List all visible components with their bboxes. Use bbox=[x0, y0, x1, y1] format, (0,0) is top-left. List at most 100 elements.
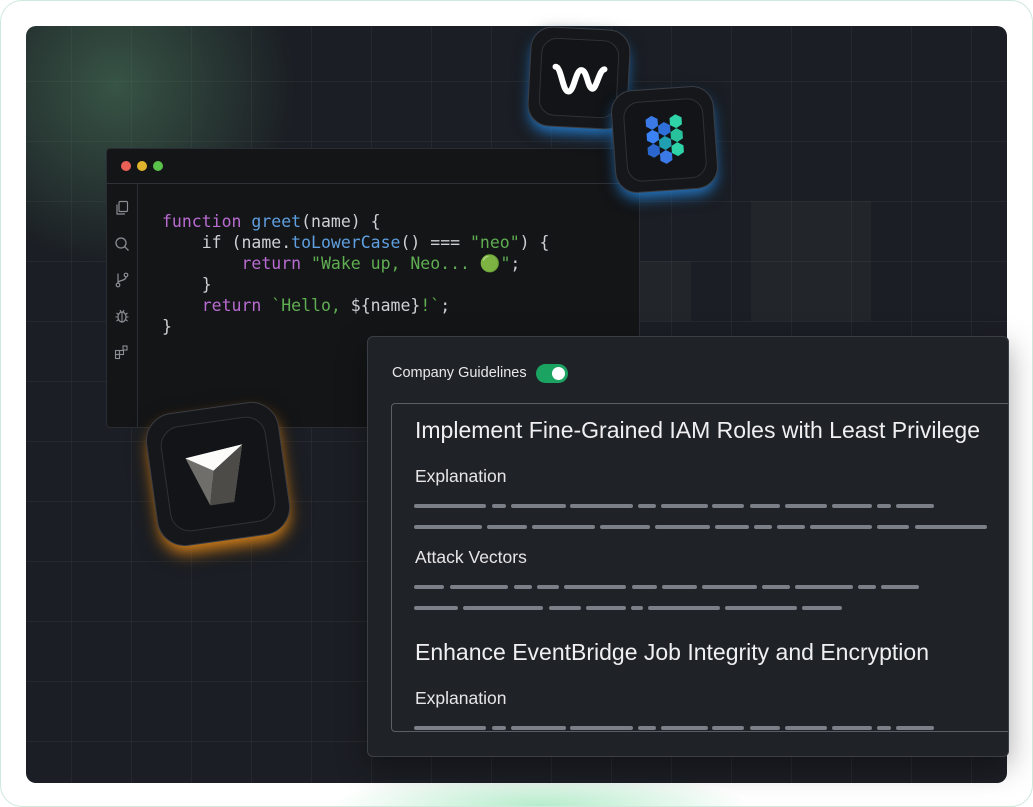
redacted-text-bar bbox=[702, 585, 757, 589]
grid-highlight bbox=[751, 201, 871, 321]
redacted-text-bar bbox=[858, 585, 876, 589]
redacted-text-bar bbox=[487, 525, 527, 529]
window-titlebar bbox=[107, 149, 639, 184]
redacted-text-bar bbox=[877, 726, 891, 730]
redacted-text-bar bbox=[414, 525, 482, 529]
redacted-text-bar bbox=[463, 606, 543, 610]
redacted-text-bar bbox=[450, 585, 508, 589]
redacted-text-bar bbox=[661, 726, 708, 730]
redacted-text-bar bbox=[638, 504, 656, 508]
code-token: (name. bbox=[221, 233, 292, 252]
code-line: if (name.toLowerCase() === "neo") { bbox=[162, 232, 550, 253]
code-token: ${name} bbox=[350, 296, 421, 315]
company-guidelines-toggle[interactable] bbox=[535, 363, 568, 383]
redacted-text-bar bbox=[549, 606, 581, 610]
section-heading: Explanation bbox=[415, 688, 507, 708]
code-token: ) { bbox=[519, 233, 550, 252]
grid-highlight bbox=[631, 261, 691, 321]
redacted-text-bar bbox=[638, 726, 656, 730]
redacted-text-bar bbox=[750, 504, 780, 508]
toggle-knob bbox=[551, 366, 565, 380]
code-token: if bbox=[201, 233, 222, 252]
redacted-text-bar bbox=[600, 525, 650, 529]
redacted-text-bar bbox=[832, 726, 872, 730]
code-token: (name) { bbox=[301, 212, 381, 231]
section-heading: Attack Vectors bbox=[415, 547, 527, 567]
redacted-text-bar bbox=[492, 504, 506, 508]
debug-icon[interactable] bbox=[114, 308, 130, 324]
toggle-label: Company Guidelines bbox=[392, 365, 527, 381]
redacted-text-bar bbox=[631, 606, 643, 610]
redacted-text-bar bbox=[754, 525, 772, 529]
redacted-text-bar bbox=[715, 525, 749, 529]
search-icon[interactable] bbox=[114, 236, 130, 252]
redacted-text-bar bbox=[661, 504, 708, 508]
code-line: function greet(name) { bbox=[162, 211, 549, 232]
redacted-text-bar bbox=[537, 585, 559, 589]
outer-frame: function greet(name) { if (name.toLowerC… bbox=[0, 0, 1033, 807]
extensions-icon[interactable] bbox=[114, 344, 130, 360]
cursor-cube-logo-icon bbox=[185, 444, 243, 506]
redacted-text-bar bbox=[511, 504, 566, 508]
redacted-text-bar bbox=[414, 726, 486, 730]
redacted-text-bar bbox=[514, 585, 532, 589]
redacted-text-bar bbox=[632, 585, 657, 589]
code-token: return bbox=[241, 254, 302, 273]
code-line: } bbox=[162, 274, 549, 295]
hexagon-app-tile[interactable] bbox=[609, 84, 720, 195]
code-token: function bbox=[162, 212, 242, 231]
code-block[interactable]: function greet(name) { if (name.toLowerC… bbox=[162, 211, 549, 337]
code-line: return `Hello, ${name}!`; bbox=[162, 295, 549, 316]
redacted-text-bar bbox=[648, 606, 720, 610]
redacted-text-bar bbox=[662, 585, 697, 589]
redacted-text-bar bbox=[785, 504, 827, 508]
guidelines-toggle-row: Company Guidelines bbox=[392, 363, 568, 383]
redacted-text-bar bbox=[762, 585, 790, 589]
redacted-text-bar bbox=[877, 525, 909, 529]
code-token: toLowerCase bbox=[291, 233, 401, 252]
code-token: () === bbox=[400, 233, 470, 252]
redacted-text-bar bbox=[570, 726, 633, 730]
redacted-text-bar bbox=[777, 525, 805, 529]
activity-bar bbox=[107, 184, 138, 427]
cursor-app-tile[interactable] bbox=[142, 398, 294, 550]
guidelines-list[interactable]: Implement Fine-Grained IAM Roles with Le… bbox=[391, 403, 1008, 732]
redacted-text-bar bbox=[414, 606, 458, 610]
code-token: } bbox=[162, 317, 172, 336]
redacted-text-bar bbox=[586, 606, 626, 610]
code-token: "neo" bbox=[470, 233, 520, 252]
redacted-text-bar bbox=[712, 726, 744, 730]
redacted-text-bar bbox=[570, 504, 633, 508]
guideline-title: Enhance EventBridge Job Integrity and En… bbox=[415, 639, 929, 665]
close-window-button[interactable] bbox=[121, 161, 131, 171]
redacted-text-bar bbox=[881, 585, 919, 589]
redacted-text-bar bbox=[511, 726, 566, 730]
windsurf-logo-icon bbox=[552, 63, 608, 95]
code-token: ; bbox=[510, 254, 521, 273]
files-icon[interactable] bbox=[114, 200, 130, 216]
redacted-text-bar bbox=[785, 726, 827, 730]
minimize-window-button[interactable] bbox=[137, 161, 147, 171]
maximize-window-button[interactable] bbox=[153, 161, 163, 171]
guideline-title: Implement Fine-Grained IAM Roles with Le… bbox=[415, 417, 981, 443]
redacted-text-bar bbox=[414, 504, 486, 508]
redacted-text-bar bbox=[725, 606, 797, 610]
redacted-text-bar bbox=[896, 726, 934, 730]
guidelines-panel: Company Guidelines Implement Fine-Graine… bbox=[367, 336, 1009, 757]
code-line: } bbox=[162, 316, 549, 337]
redacted-text-bar bbox=[810, 525, 872, 529]
redacted-text-bar bbox=[492, 726, 506, 730]
code-line: return "Wake up, Neo... 🟢"; bbox=[162, 253, 549, 274]
code-token: "Wake up, Neo... 🟢" bbox=[311, 254, 511, 273]
code-token: return bbox=[201, 296, 262, 315]
source-control-icon[interactable] bbox=[114, 272, 130, 288]
redacted-text-bar bbox=[750, 726, 780, 730]
code-token: greet bbox=[251, 212, 302, 231]
code-token: `Hello, bbox=[271, 296, 351, 315]
redacted-text-bar bbox=[802, 606, 842, 610]
